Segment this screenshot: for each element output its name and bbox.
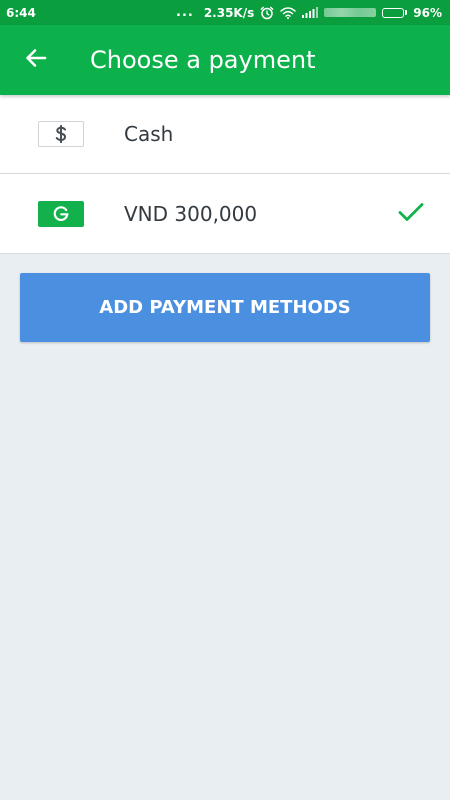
back-button[interactable] (11, 35, 61, 85)
grab-g-icon (38, 200, 84, 227)
battery-icon (382, 7, 408, 18)
status-bar: 6:44 ... 2.35K/s 96% (0, 0, 450, 25)
battery-percent: 96% (413, 5, 442, 20)
app-bar: Choose a payment (0, 25, 450, 95)
dollar-icon (38, 121, 84, 147)
network-speed: 2.35K/s (203, 5, 255, 20)
alarm-icon (260, 6, 274, 20)
payment-option-grabpay[interactable]: VND 300,000 (0, 174, 450, 254)
carrier-name-blurred (324, 8, 377, 17)
arrow-left-icon (25, 48, 47, 72)
payment-option-cash[interactable]: Cash (0, 95, 450, 174)
wifi-icon (280, 6, 297, 19)
payment-option-label: VND 300,000 (124, 201, 258, 226)
status-time: 6:44 (6, 5, 36, 20)
signal-icon (302, 7, 319, 18)
notification-dots: ... (176, 5, 194, 20)
checkmark-icon (398, 202, 424, 226)
add-payment-methods-button[interactable]: ADD PAYMENT METHODS (20, 273, 430, 342)
payment-option-label: Cash (124, 122, 174, 146)
payment-method-list: Cash VND 300,000 (0, 95, 450, 254)
status-icons: ... 2.35K/s 96% (176, 5, 442, 20)
page-title: Choose a payment (90, 46, 316, 74)
